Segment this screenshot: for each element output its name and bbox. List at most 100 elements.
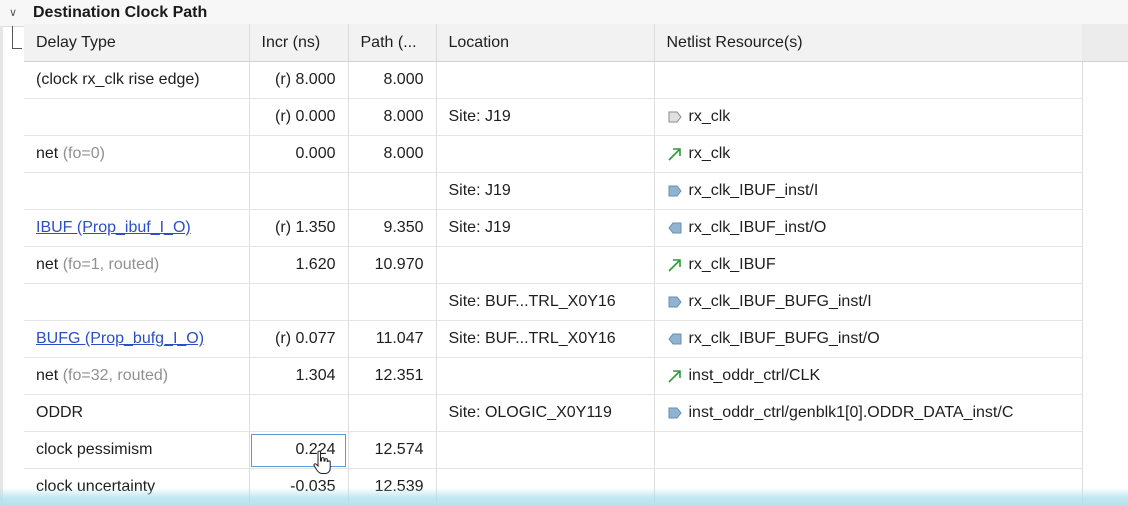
resource-name[interactable]: inst_oddr_ctrl/genblk1[0].ODDR_DATA_inst…: [689, 404, 1014, 421]
delay-type-text: (clock rx_clk rise edge): [36, 71, 200, 88]
cell-delay-type: net (fo=0): [24, 135, 250, 173]
delay-type-text: net: [36, 145, 59, 162]
delay-type-text: clock uncertainty: [36, 478, 156, 495]
table-row[interactable]: ODDR Site: OLOGIC_X0Y119 inst_oddr_ctrl/ge…: [24, 394, 1083, 432]
header-filler: [1082, 24, 1128, 62]
pin-in-icon: [668, 296, 682, 308]
cell-delay-type: (clock rx_clk rise edge): [24, 61, 250, 99]
cell-netlist-resource[interactable]: inst_oddr_ctrl/genblk1[0].ODDR_DATA_inst…: [654, 394, 1083, 432]
cell-location: Site: BUF...TRL_X0Y16: [436, 283, 655, 321]
table-row[interactable]: IBUF (Prop_ibuf_I_O) (r) 1.350 9.350 Site: …: [24, 209, 1083, 247]
fanout-note: (fo=0): [62, 145, 105, 162]
cell-incr[interactable]: [249, 283, 349, 321]
cell-path: 12.539: [348, 468, 437, 505]
cell-location: Site: J19: [436, 98, 655, 136]
resource-name[interactable]: inst_oddr_ctrl/CLK: [689, 367, 821, 384]
pin-out-icon: [667, 333, 681, 345]
delay-type-link[interactable]: BUFG (Prop_bufg_I_O): [36, 330, 204, 347]
cell-netlist-resource[interactable]: inst_oddr_ctrl/CLK: [654, 357, 1083, 395]
cell-incr[interactable]: (r) 8.000: [249, 61, 349, 99]
cell-path: 8.000: [348, 98, 437, 136]
net-arrow-icon: [667, 259, 681, 272]
cell-incr[interactable]: (r) 0.000: [249, 98, 349, 136]
tree-connector-icon: [12, 26, 22, 49]
column-header-path[interactable]: Path (...: [348, 24, 437, 62]
cell-path: 9.350: [348, 209, 437, 247]
cell-location: Site: J19: [436, 209, 655, 247]
delay-type-link[interactable]: IBUF (Prop_ibuf_I_O): [36, 219, 191, 236]
cell-netlist-resource[interactable]: rx_clk_IBUF_inst/O: [654, 209, 1083, 247]
cell-delay-type: clock pessimism: [24, 431, 250, 469]
cell-delay-type: [24, 283, 250, 321]
cell-delay-type[interactable]: BUFG (Prop_bufg_I_O): [24, 320, 250, 358]
resource-name[interactable]: rx_clk_IBUF: [689, 256, 776, 273]
cell-location: [436, 468, 655, 505]
cell-path: [348, 172, 437, 210]
resource-name[interactable]: rx_clk: [689, 145, 731, 162]
resource-name[interactable]: rx_clk: [689, 108, 731, 125]
table-row[interactable]: net (fo=0) 0.000 8.000 rx_clk: [24, 135, 1083, 173]
cell-delay-type: [24, 98, 250, 136]
column-header-location[interactable]: Location: [436, 24, 655, 62]
cell-incr[interactable]: [249, 172, 349, 210]
cell-delay-type: net (fo=1, routed): [24, 246, 250, 284]
cell-incr[interactable]: (r) 0.077: [249, 320, 349, 358]
table-row[interactable]: net (fo=1, routed) 1.620 10.970 rx_clk_IBUF: [24, 246, 1083, 284]
cell-location: [436, 61, 655, 99]
cell-incr-selected[interactable]: 0.224: [249, 431, 349, 469]
pin-in-icon: [668, 407, 682, 419]
cell-path: [348, 283, 437, 321]
table-row[interactable]: clock uncertainty -0.035 12.539: [24, 468, 1083, 505]
cell-netlist-resource[interactable]: rx_clk_IBUF: [654, 246, 1083, 284]
cell-incr[interactable]: -0.035: [249, 468, 349, 505]
tree-gutter: [0, 26, 3, 505]
cell-incr[interactable]: [249, 394, 349, 432]
cell-netlist-resource[interactable]: rx_clk_IBUF_BUFG_inst/O: [654, 320, 1083, 358]
cell-location: [436, 246, 655, 284]
cell-path: 8.000: [348, 135, 437, 173]
net-arrow-icon: [667, 148, 681, 161]
cell-location: Site: BUF...TRL_X0Y16: [436, 320, 655, 358]
table-row[interactable]: Site: J19 rx_clk_IBUF_inst/I: [24, 172, 1083, 210]
cell-location: Site: OLOGIC_X0Y119: [436, 394, 655, 432]
column-header-delay-type[interactable]: Delay Type: [24, 24, 250, 62]
cell-location: [436, 135, 655, 173]
cell-netlist-resource: [654, 431, 1083, 469]
section-header[interactable]: ∨ Destination Clock Path: [0, 0, 1128, 27]
cell-incr[interactable]: 0.000: [249, 135, 349, 173]
cell-netlist-resource[interactable]: rx_clk: [654, 135, 1083, 173]
table-row[interactable]: (clock rx_clk rise edge) (r) 8.000 8.000: [24, 61, 1083, 99]
cell-delay-type: ODDR: [24, 394, 250, 432]
table-row[interactable]: (r) 0.000 8.000 Site: J19 rx_clk: [24, 98, 1083, 136]
resource-name[interactable]: rx_clk_IBUF_BUFG_inst/I: [689, 293, 872, 310]
cell-location: Site: J19: [436, 172, 655, 210]
resource-name[interactable]: rx_clk_IBUF_inst/I: [689, 182, 819, 199]
resource-name[interactable]: rx_clk_IBUF_inst/O: [689, 219, 827, 236]
table-row[interactable]: clock pessimism 0.224 12.574: [24, 431, 1083, 469]
cell-delay-type: clock uncertainty: [24, 468, 250, 505]
cell-incr[interactable]: 1.620: [249, 246, 349, 284]
table-body: (clock rx_clk rise edge) (r) 8.000 8.000 (r…: [24, 61, 1083, 505]
cell-delay-type: net (fo=32, routed): [24, 357, 250, 395]
cell-netlist-resource[interactable]: rx_clk_IBUF_inst/I: [654, 172, 1083, 210]
table-row[interactable]: BUFG (Prop_bufg_I_O) (r) 0.077 11.047 Site:…: [24, 320, 1083, 358]
cell-location: [436, 431, 655, 469]
delay-type-text: ODDR: [36, 404, 84, 421]
chevron-down-icon[interactable]: ∨: [9, 6, 17, 19]
column-header-incr[interactable]: Incr (ns): [249, 24, 349, 62]
cell-incr[interactable]: (r) 1.350: [249, 209, 349, 247]
cell-location: [436, 357, 655, 395]
column-header-netlist-resources[interactable]: Netlist Resource(s): [654, 24, 1083, 62]
fanout-note: (fo=32, routed): [62, 367, 169, 384]
delay-table: Delay Type Incr (ns) Path (... Location …: [24, 24, 1083, 505]
table-row[interactable]: net (fo=32, routed) 1.304 12.351 inst_oddr_…: [24, 357, 1083, 395]
delay-type-text: clock pessimism: [36, 441, 153, 458]
table-row[interactable]: Site: BUF...TRL_X0Y16 rx_clk_IBUF_BUFG_in…: [24, 283, 1083, 321]
cell-netlist-resource[interactable]: rx_clk: [654, 98, 1083, 136]
pin-in-icon: [668, 185, 682, 197]
cell-incr[interactable]: 1.304: [249, 357, 349, 395]
cell-netlist-resource[interactable]: rx_clk_IBUF_BUFG_inst/I: [654, 283, 1083, 321]
cell-delay-type[interactable]: IBUF (Prop_ibuf_I_O): [24, 209, 250, 247]
resource-name[interactable]: rx_clk_IBUF_BUFG_inst/O: [689, 330, 880, 347]
fanout-note: (fo=1, routed): [62, 256, 160, 273]
